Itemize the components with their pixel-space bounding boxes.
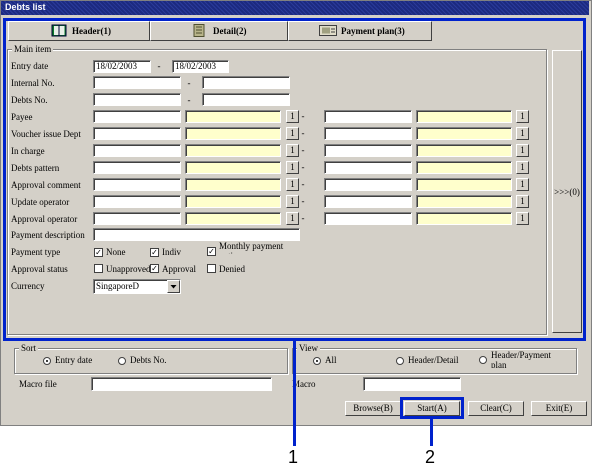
- callout-number-1: 1: [288, 447, 299, 467]
- clear-button[interactable]: Clear(C): [468, 401, 524, 416]
- view-all-radio[interactable]: [313, 357, 321, 365]
- view-header-detail-label: Header/Detail: [408, 355, 459, 365]
- macro-input[interactable]: [363, 377, 461, 391]
- view-legend: View: [297, 343, 320, 353]
- callout-number-2: 2: [425, 447, 436, 467]
- highlight-box-2: [400, 397, 464, 419]
- view-header-payment-plan-label: Header/Payment plan: [491, 350, 551, 368]
- browse-button[interactable]: Browse(B): [345, 401, 401, 416]
- view-header-detail-radio[interactable]: [396, 357, 404, 365]
- macro-file-input[interactable]: [91, 377, 272, 391]
- title-bar: Debts list: [1, 1, 589, 15]
- exit-button[interactable]: Exit(E): [531, 401, 587, 416]
- sort-debts-no-radio[interactable]: [118, 357, 126, 365]
- sort-entry-date-radio[interactable]: [43, 357, 51, 365]
- sort-debts-no-label: Debts No.: [130, 355, 167, 365]
- callout-line-1: [293, 341, 296, 446]
- sort-legend: Sort: [19, 343, 39, 353]
- view-header-payment-plan-radio[interactable]: [479, 356, 487, 364]
- view-all-label: All: [325, 355, 337, 365]
- window-title: Debts list: [5, 2, 46, 12]
- macro-file-label: Macro file: [19, 379, 57, 389]
- highlight-box-1: [3, 18, 586, 341]
- callout-line-2: [430, 419, 433, 446]
- sort-entry-date-label: Entry date: [55, 355, 93, 365]
